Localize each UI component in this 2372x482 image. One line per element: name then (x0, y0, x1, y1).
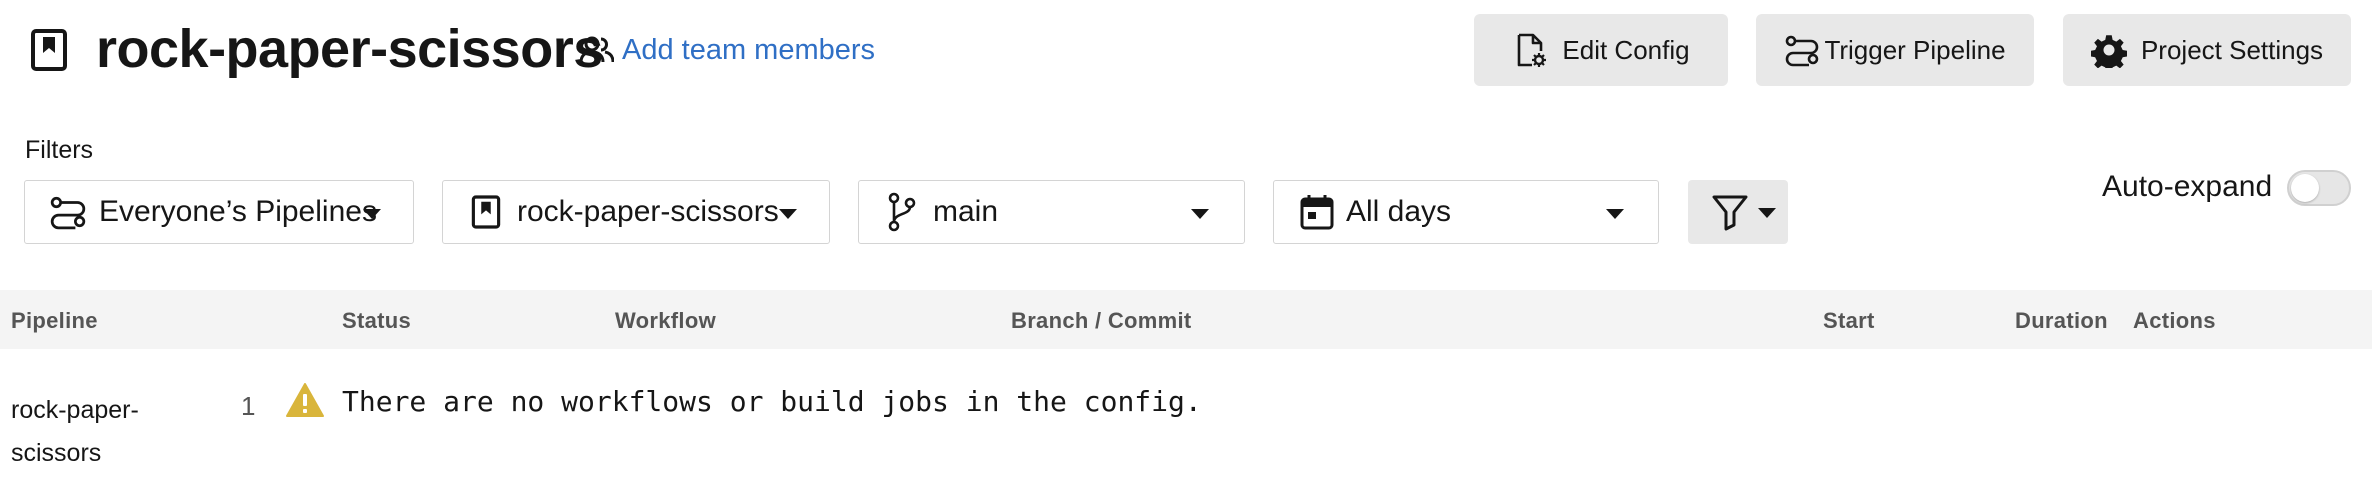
edit-config-button[interactable]: Edit Config (1474, 14, 1728, 86)
column-header-branch-commit: Branch / Commit (1011, 308, 1192, 333)
date-filter-value: All days (1346, 195, 1452, 228)
calendar-icon (1298, 192, 1336, 232)
column-header-workflow: Workflow (615, 308, 716, 333)
add-team-members-label: Add team members (622, 33, 876, 66)
bookmark-icon (31, 29, 67, 71)
column-header-pipeline: Pipeline (11, 308, 98, 333)
project-filter-dropdown[interactable]: rock-paper-scissors (442, 180, 830, 244)
warning-icon (286, 383, 324, 417)
table-header: Pipeline Status Workflow Branch / Commit… (0, 290, 2372, 349)
filters-label: Filters (25, 136, 94, 164)
chevron-down-icon (1191, 209, 1209, 219)
bookmark-icon (467, 192, 505, 232)
chevron-down-icon (1606, 209, 1624, 219)
file-gear-icon (1518, 33, 1547, 67)
pipeline-icon (1786, 35, 1819, 67)
trigger-pipeline-button[interactable]: Trigger Pipeline (1756, 14, 2034, 86)
trigger-pipeline-label: Trigger Pipeline (1824, 34, 2006, 65)
people-icon (580, 36, 614, 63)
date-filter-dropdown[interactable]: All days (1273, 180, 1659, 244)
branch-filter-value: main (933, 195, 999, 228)
more-filters-button[interactable] (1688, 180, 1788, 244)
toggle-knob (2291, 174, 2319, 202)
pipelines-filter-value: Everyone’s Pipelines (99, 195, 377, 228)
chevron-down-icon (1758, 208, 1776, 218)
branch-filter-dropdown[interactable]: main (858, 180, 1245, 244)
auto-expand-label: Auto-expand (2102, 170, 2273, 203)
chevron-down-icon (363, 209, 381, 219)
add-team-members-link[interactable]: Add team members (580, 30, 875, 70)
gear-icon (2090, 35, 2127, 68)
edit-config-label: Edit Config (1562, 34, 1690, 65)
project-settings-label: Project Settings (2140, 34, 2324, 65)
page-header: rock-paper-scissors Add team members Edi… (0, 0, 2372, 100)
pipeline-number: 1 (241, 391, 256, 421)
page-title: rock-paper-scissors (96, 19, 603, 79)
chevron-down-icon (779, 209, 797, 219)
column-header-actions: Actions (2133, 308, 2216, 333)
pipeline-name-link[interactable]: rock-paper-scissors (11, 389, 171, 475)
no-workflows-message: There are no workflows or build jobs in … (342, 385, 1202, 418)
pipeline-icon (49, 192, 87, 232)
project-settings-button[interactable]: Project Settings (2063, 14, 2351, 86)
column-header-status: Status (342, 308, 412, 333)
column-header-start: Start (1823, 308, 1875, 333)
table-row: rock-paper-scissors 1 There are no workf… (0, 349, 2372, 482)
funnel-icon (1712, 195, 1748, 231)
git-branch-icon (883, 192, 921, 232)
pipelines-filter-dropdown[interactable]: Everyone’s Pipelines (24, 180, 414, 244)
column-header-duration: Duration (2015, 308, 2108, 333)
project-filter-value: rock-paper-scissors (517, 195, 779, 228)
auto-expand-toggle[interactable] (2287, 170, 2351, 206)
